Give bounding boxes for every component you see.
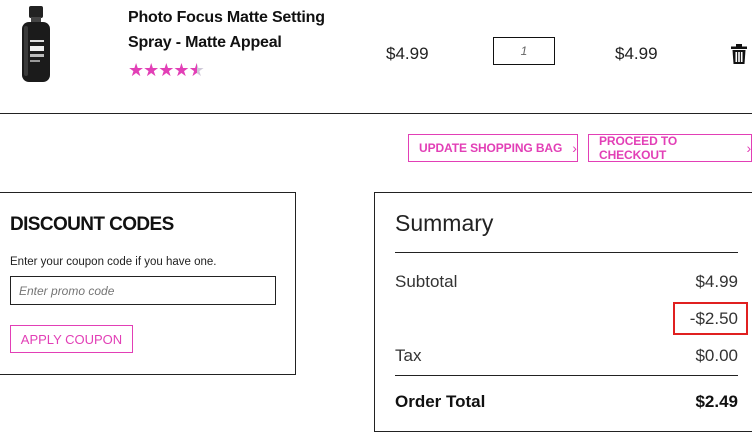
divider bbox=[0, 113, 752, 114]
checkout-button[interactable]: PROCEED TO CHECKOUT › bbox=[588, 134, 752, 162]
discount-value: -$2.50 bbox=[689, 309, 738, 328]
quantity-input[interactable] bbox=[493, 37, 555, 65]
subtotal-value: $4.99 bbox=[695, 272, 738, 291]
chevron-right-icon: › bbox=[746, 140, 751, 156]
update-bag-label: UPDATE SHOPPING BAG bbox=[419, 141, 563, 155]
product-rating: ★★★★★ bbox=[128, 60, 205, 80]
unit-price: $4.99 bbox=[386, 44, 429, 63]
subtotal-label: Subtotal bbox=[395, 272, 458, 291]
order-total-label: Order Total bbox=[395, 392, 486, 411]
promo-code-input[interactable] bbox=[10, 276, 276, 305]
discount-title: DISCOUNT CODES bbox=[10, 214, 174, 235]
line-total: $4.99 bbox=[615, 44, 658, 63]
summary-divider bbox=[395, 252, 738, 253]
apply-coupon-button[interactable]: APPLY COUPON bbox=[10, 325, 133, 353]
half-star-icon: ★ bbox=[188, 60, 205, 80]
summary-divider bbox=[395, 375, 738, 376]
summary-title: Summary bbox=[395, 210, 494, 236]
order-total-value: $2.49 bbox=[695, 392, 738, 411]
star-icon: ★ bbox=[143, 60, 159, 80]
star-icon: ★ bbox=[128, 60, 144, 80]
product-image[interactable] bbox=[18, 6, 54, 84]
update-bag-button[interactable]: UPDATE SHOPPING BAG › bbox=[408, 134, 578, 162]
product-name[interactable]: Photo Focus Matte Setting Spray - Matte … bbox=[128, 5, 338, 55]
star-icon: ★ bbox=[158, 60, 174, 80]
discount-hint: Enter your coupon code if you have one. bbox=[10, 256, 217, 268]
checkout-label: PROCEED TO CHECKOUT bbox=[599, 134, 678, 162]
trash-icon[interactable] bbox=[730, 44, 748, 64]
star-icon: ★ bbox=[173, 60, 189, 80]
tax-label: Tax bbox=[395, 346, 422, 365]
chevron-right-icon: › bbox=[572, 140, 577, 156]
tax-value: $0.00 bbox=[695, 346, 738, 365]
